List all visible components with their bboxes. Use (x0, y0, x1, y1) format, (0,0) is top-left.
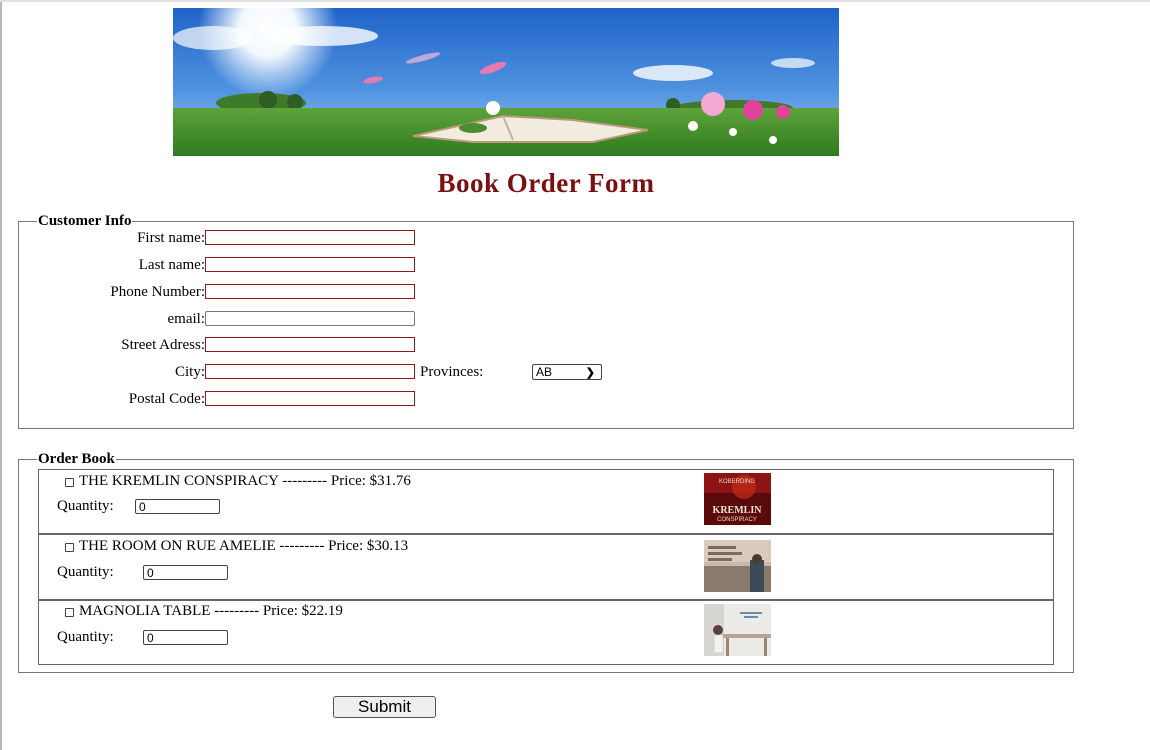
book-cover-image (704, 604, 771, 656)
phone-label: Phone Number: (110, 284, 205, 300)
book-item: MAGNOLIA TABLE --------- Price: $22.19 Q… (38, 600, 1054, 665)
street-row: Street Adress: (0, 336, 205, 354)
book-dashes: --------- (214, 603, 260, 619)
book-item: THE KREMLIN CONSPIRACY --------- Price: … (38, 469, 1054, 534)
street-label: Street Adress: (121, 337, 205, 353)
quantity-label: Quantity: (57, 629, 114, 645)
first-name-label: First name: (137, 230, 205, 246)
page-title: Book Order Form (437, 168, 655, 198)
first-name-row: First name: (0, 229, 205, 247)
book-name: MAGNOLIA TABLE (79, 603, 211, 619)
quantity-input[interactable] (135, 499, 220, 514)
book-cover-image (704, 540, 771, 592)
city-label: City: (174, 364, 205, 380)
cover-text-main: KREMLIN (713, 505, 763, 516)
provinces-label: Provinces: (420, 364, 484, 380)
email-label: email: (167, 311, 206, 327)
phone-row: Phone Number: (0, 283, 205, 301)
provinces-selected-value: AB (536, 365, 553, 379)
book-dashes: --------- (279, 538, 325, 554)
city-input[interactable] (205, 364, 415, 379)
book-title-line: MAGNOLIA TABLE --------- Price: $22.19 (79, 602, 343, 620)
provinces-select[interactable]: AB ❯ (532, 364, 602, 380)
window-top-border (0, 0, 1150, 2)
book-cover-image: KOBERDING KREMLIN CONSPIRACY (704, 473, 771, 525)
quantity-input[interactable] (143, 630, 228, 645)
book-name: THE ROOM ON RUE AMELIE (79, 538, 276, 554)
book-checkbox[interactable] (65, 543, 74, 552)
email-row: email: (0, 310, 206, 328)
cover-text-top: KOBERDING (719, 479, 755, 485)
quantity-label: Quantity: (57, 498, 114, 514)
last-name-label: Last name: (138, 257, 205, 273)
last-name-input[interactable] (205, 257, 415, 272)
email-input[interactable] (205, 311, 415, 326)
phone-input[interactable] (205, 284, 415, 299)
banner-image (173, 8, 839, 156)
chevron-down-icon: ❯ (585, 367, 595, 379)
book-checkbox[interactable] (65, 478, 74, 487)
last-name-row: Last name: (0, 256, 205, 274)
book-price: Price: $31.76 (330, 473, 411, 489)
book-price: Price: $30.13 (328, 538, 409, 554)
postal-code-row: Postal Code: (0, 390, 205, 408)
postal-code-input[interactable] (205, 391, 415, 406)
order-book-legend: Order Book (38, 451, 115, 467)
customer-info-legend: Customer Info (38, 213, 132, 229)
book-name: THE KREMLIN CONSPIRACY (79, 473, 279, 489)
quantity-label: Quantity: (57, 564, 114, 580)
cover-text-sub: CONSPIRACY (717, 517, 757, 523)
book-dashes: --------- (282, 473, 328, 489)
book-checkbox[interactable] (65, 608, 74, 617)
quantity-input[interactable] (143, 565, 228, 580)
book-title-line: THE ROOM ON RUE AMELIE --------- Price: … (79, 537, 408, 555)
book-price: Price: $22.19 (262, 603, 343, 619)
book-item: THE ROOM ON RUE AMELIE --------- Price: … (38, 534, 1054, 600)
postal-code-label: Postal Code: (128, 391, 205, 407)
city-row: City: (0, 363, 205, 381)
book-title-line: THE KREMLIN CONSPIRACY --------- Price: … (79, 472, 411, 490)
first-name-input[interactable] (205, 230, 415, 245)
street-input[interactable] (205, 337, 415, 352)
submit-button[interactable]: Submit (333, 696, 436, 718)
